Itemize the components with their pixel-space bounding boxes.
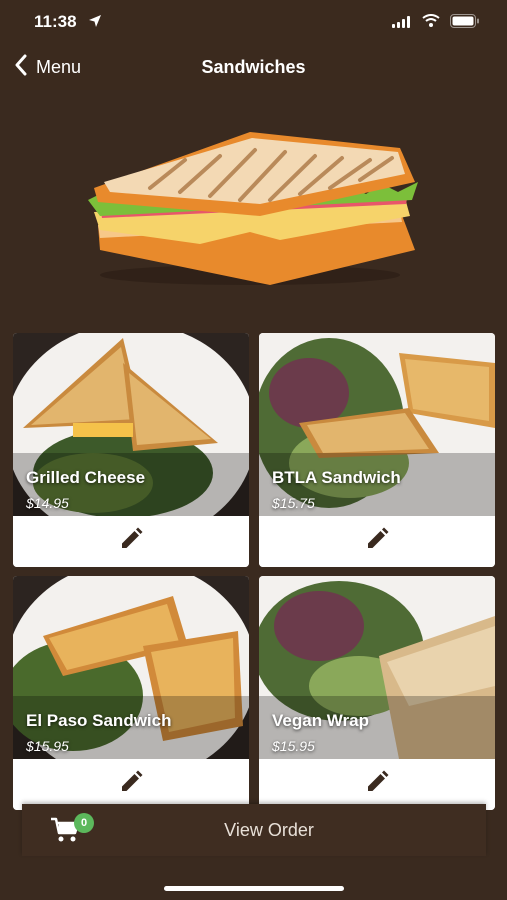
item-price: $14.95 — [26, 495, 69, 511]
location-arrow-icon — [88, 14, 102, 33]
menu-item-card[interactable]: Grilled Cheese $14.95 — [13, 333, 249, 567]
item-name: Vegan Wrap — [272, 711, 369, 730]
page-title: Sandwiches — [201, 57, 306, 77]
pencil-icon — [119, 770, 143, 799]
item-photo: El Paso Sandwich $15.95 — [13, 576, 249, 759]
menu-item-card[interactable]: BTLA Sandwich $15.75 — [259, 333, 495, 567]
wifi-icon — [422, 14, 440, 32]
edit-item-button[interactable] — [13, 516, 249, 567]
item-photo: BTLA Sandwich $15.75 — [259, 333, 495, 516]
item-price: $15.95 — [272, 738, 315, 754]
status-bar: 11:38 — [0, 0, 507, 44]
battery-icon — [450, 14, 480, 33]
status-time: 11:38 — [34, 12, 77, 31]
sandwich-illustration — [88, 132, 418, 285]
pencil-icon — [365, 770, 389, 799]
view-order-button[interactable]: 0 View Order — [22, 804, 486, 856]
menu-item-card[interactable]: Vegan Wrap $15.95 — [259, 576, 495, 810]
home-indicator — [164, 886, 344, 891]
item-price: $15.75 — [272, 495, 315, 511]
item-price: $15.95 — [26, 738, 69, 754]
edit-item-button[interactable] — [13, 759, 249, 810]
edit-item-button[interactable] — [259, 759, 495, 810]
view-order-label: View Order — [224, 820, 314, 840]
cellular-signal-icon — [392, 15, 412, 33]
item-name: El Paso Sandwich — [26, 711, 172, 730]
edit-item-button[interactable] — [259, 516, 495, 567]
pencil-icon — [365, 527, 389, 556]
menu-item-card[interactable]: El Paso Sandwich $15.95 — [13, 576, 249, 810]
item-photo: Vegan Wrap $15.95 — [259, 576, 495, 759]
item-photo: Grilled Cheese $14.95 — [13, 333, 249, 516]
category-hero — [0, 90, 507, 330]
item-name: Grilled Cheese — [26, 468, 146, 487]
item-name: BTLA Sandwich — [272, 468, 401, 487]
navigation-bar: Menu Sandwiches — [0, 44, 507, 90]
pencil-icon — [119, 527, 143, 556]
